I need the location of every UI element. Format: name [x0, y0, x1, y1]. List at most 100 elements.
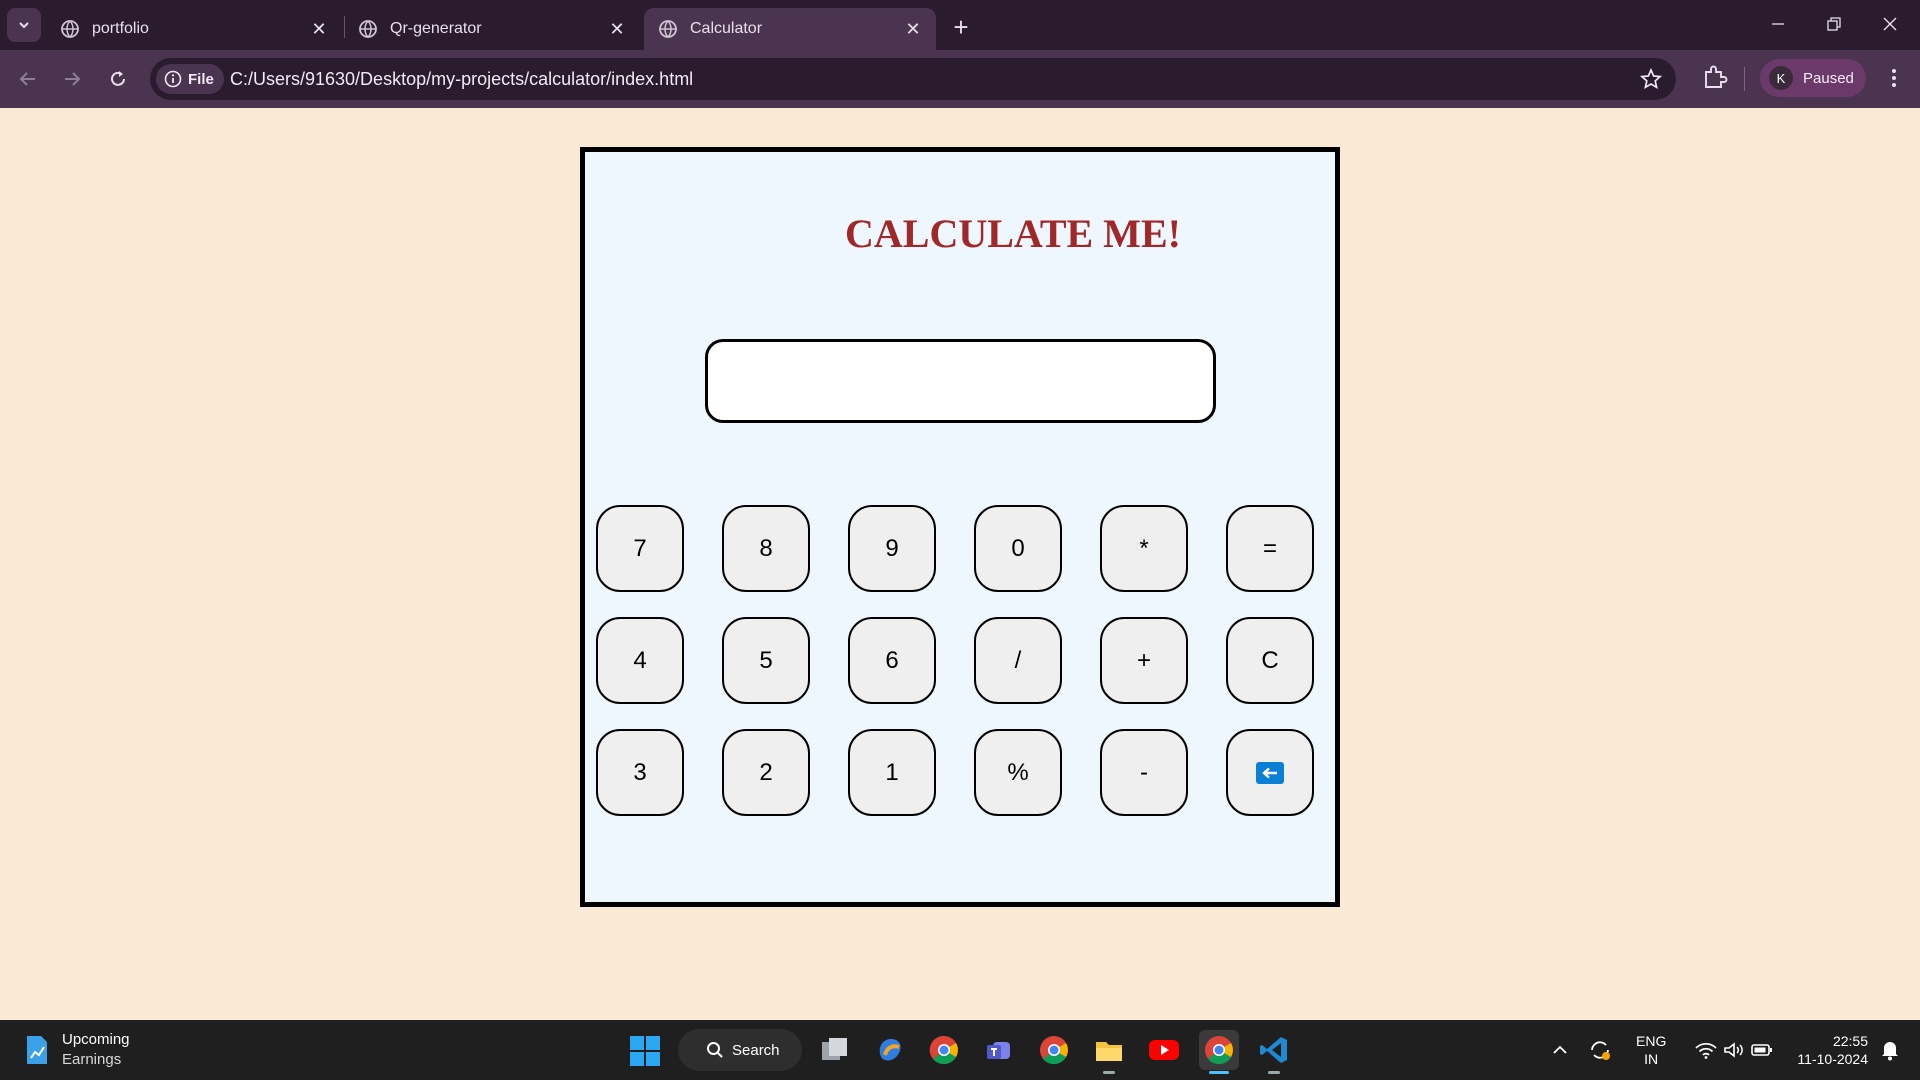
youtube-icon — [1149, 1040, 1179, 1060]
arrow-left-icon — [19, 72, 35, 86]
key-backspace[interactable] — [1226, 729, 1314, 816]
chrome-active-app[interactable] — [1199, 1030, 1239, 1074]
key-clear[interactable]: C — [1226, 617, 1314, 704]
arrow-right-icon — [65, 72, 81, 86]
sync-status-button[interactable] — [1582, 1032, 1618, 1068]
running-indicator — [1103, 1071, 1115, 1074]
widget-subtitle: Earnings — [62, 1051, 122, 1068]
bookmark-star-icon[interactable] — [1640, 68, 1662, 90]
chrome-app[interactable] — [1034, 1030, 1074, 1070]
notifications-button[interactable] — [1872, 1032, 1908, 1068]
show-hidden-icons-button[interactable] — [1542, 1032, 1578, 1068]
language-indicator[interactable]: ENG IN — [1636, 1032, 1666, 1068]
calculator-panel: CALCULATE ME! 7 8 9 0 * = 4 5 6 / + C 3 … — [580, 147, 1340, 907]
tab-search-button[interactable] — [7, 8, 41, 42]
key-2[interactable]: 2 — [722, 729, 810, 816]
file-explorer-app[interactable] — [1089, 1030, 1129, 1074]
copilot-button[interactable] — [870, 1030, 910, 1070]
clock-time: 22:55 — [1832, 1033, 1868, 1049]
quick-settings-button[interactable] — [1686, 1032, 1782, 1068]
chevron-up-icon — [1553, 1045, 1567, 1054]
wifi-icon — [1695, 1042, 1717, 1059]
address-bar[interactable]: File C:/Users/91630/Desktop/my-projects/… — [150, 58, 1676, 100]
tab-title: portfolio — [92, 20, 149, 37]
tab-title: Calculator — [690, 20, 763, 37]
key-minus[interactable]: - — [1100, 729, 1188, 816]
folder-icon — [1096, 1042, 1122, 1061]
windows-taskbar: Upcoming Earnings Search ENG IN 22:55 11… — [0, 1020, 1920, 1080]
minimize-button[interactable] — [1758, 8, 1798, 40]
back-button[interactable] — [12, 63, 44, 95]
battery-icon — [1751, 1044, 1772, 1056]
search-icon — [707, 1042, 723, 1058]
restore-button[interactable] — [1814, 8, 1854, 40]
active-indicator — [1209, 1071, 1229, 1074]
chrome-profile-app[interactable] — [924, 1030, 964, 1070]
youtube-app[interactable] — [1144, 1030, 1184, 1070]
taskbar-search[interactable]: Search — [678, 1029, 802, 1071]
widget-title: Upcoming — [62, 1031, 130, 1048]
search-label: Search — [732, 1041, 780, 1059]
region-code: IN — [1644, 1051, 1659, 1067]
browser-toolbar: File C:/Users/91630/Desktop/my-projects/… — [0, 50, 1920, 108]
info-icon — [164, 70, 182, 88]
extensions-puzzle-icon[interactable] — [1700, 64, 1728, 92]
key-divide[interactable]: / — [974, 617, 1062, 704]
new-tab-button[interactable]: + — [946, 12, 976, 42]
globe-icon — [659, 20, 677, 38]
profile-button[interactable]: K Paused — [1760, 59, 1866, 97]
vscode-app[interactable] — [1254, 1030, 1294, 1074]
profile-status: Paused — [1803, 69, 1854, 87]
vscode-icon — [1260, 1037, 1287, 1063]
windows-logo-icon — [630, 1036, 644, 1050]
restore-icon — [1827, 17, 1841, 31]
key-multiply[interactable]: * — [1100, 505, 1188, 592]
system-clock[interactable]: 22:55 11-10-2024 — [1786, 1032, 1868, 1068]
bell-icon — [1882, 1042, 1898, 1061]
chrome-icon — [1205, 1036, 1233, 1065]
calculator-display-input[interactable] — [705, 339, 1216, 423]
tab-portfolio[interactable]: portfolio ✕ — [46, 8, 342, 50]
close-icon — [1883, 17, 1897, 31]
close-icon[interactable]: ✕ — [900, 16, 926, 42]
left-arrow-box-icon — [1256, 761, 1284, 784]
url-text[interactable]: C:/Users/91630/Desktop/my-projects/calcu… — [230, 69, 693, 90]
browser-menu-button[interactable] — [1880, 64, 1908, 92]
toolbar-divider — [1744, 67, 1745, 91]
key-4[interactable]: 4 — [596, 617, 684, 704]
key-9[interactable]: 9 — [848, 505, 936, 592]
tab-title: Qr-generator — [390, 20, 482, 37]
key-percent[interactable]: % — [974, 729, 1062, 816]
close-icon[interactable]: ✕ — [306, 16, 332, 42]
start-button[interactable] — [630, 1036, 660, 1066]
language-code: ENG — [1636, 1033, 1667, 1049]
sync-icon — [1591, 1041, 1610, 1060]
key-equals[interactable]: = — [1226, 505, 1314, 592]
close-window-button[interactable] — [1870, 8, 1910, 40]
key-1[interactable]: 1 — [848, 729, 936, 816]
key-7[interactable]: 7 — [596, 505, 684, 592]
avatar: K — [1769, 66, 1793, 90]
key-6[interactable]: 6 — [848, 617, 936, 704]
forward-button[interactable] — [56, 63, 88, 95]
reload-button[interactable] — [102, 63, 134, 95]
key-5[interactable]: 5 — [722, 617, 810, 704]
reload-icon — [111, 71, 125, 86]
news-widget[interactable]: Upcoming Earnings — [24, 1030, 130, 1070]
close-icon[interactable]: ✕ — [604, 16, 630, 42]
globe-icon — [359, 20, 377, 38]
site-info-chip[interactable]: File — [156, 64, 224, 94]
page-title: CALCULATE ME! — [845, 211, 1181, 256]
tab-calculator[interactable]: Calculator ✕ — [644, 8, 936, 50]
key-plus[interactable]: + — [1100, 617, 1188, 704]
teams-icon — [987, 1042, 1010, 1059]
chrome-icon — [1040, 1036, 1068, 1065]
task-view-button[interactable] — [815, 1030, 855, 1070]
key-3[interactable]: 3 — [596, 729, 684, 816]
browser-titlebar: portfolio ✕ Qr-generator ✕ Calculator ✕ … — [0, 0, 1920, 50]
clock-date: 11-10-2024 — [1797, 1051, 1868, 1067]
tab-qr-generator[interactable]: Qr-generator ✕ — [344, 8, 640, 50]
key-0[interactable]: 0 — [974, 505, 1062, 592]
teams-app[interactable] — [979, 1030, 1019, 1070]
key-8[interactable]: 8 — [722, 505, 810, 592]
